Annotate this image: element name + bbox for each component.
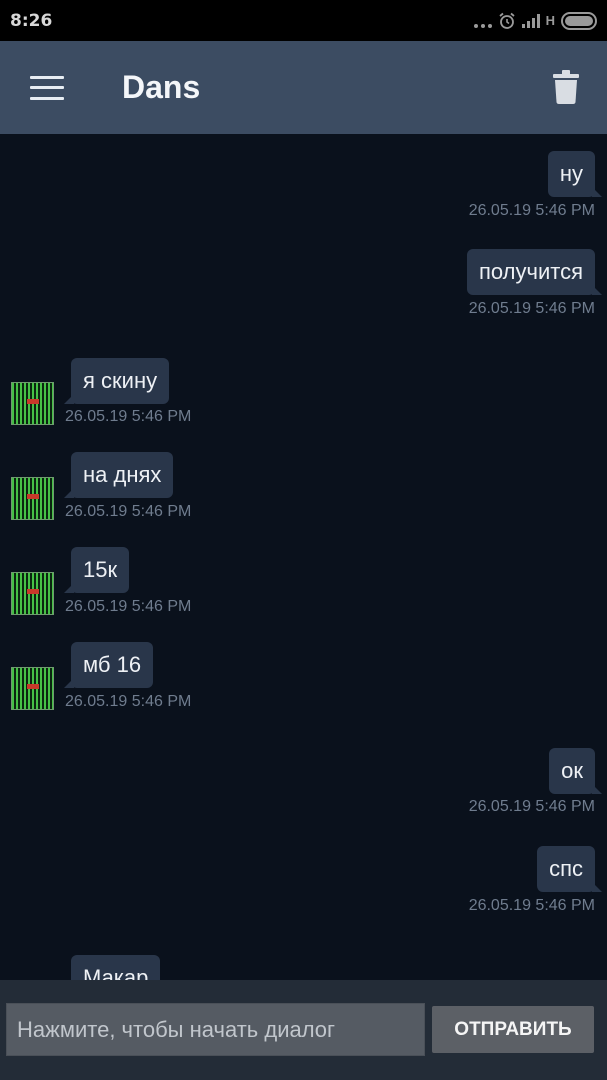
- message-bubble[interactable]: 15к: [63, 547, 130, 593]
- message-bubble[interactable]: мб 16: [63, 642, 154, 688]
- message-timestamp: 26.05.19 5:46 PM: [468, 897, 595, 914]
- battery-icon: [561, 11, 597, 30]
- status-time: 8:26: [10, 10, 53, 31]
- status-bar: 8:26 H: [0, 0, 607, 41]
- message-bubble[interactable]: Макар: [71, 955, 161, 980]
- contact-avatar[interactable]: [11, 477, 54, 520]
- menu-icon[interactable]: [30, 75, 64, 100]
- message-bubble[interactable]: спс: [537, 846, 602, 892]
- trash-icon[interactable]: [553, 70, 579, 104]
- signal-icon: [521, 13, 540, 28]
- app-bar: Dans: [0, 41, 607, 134]
- message-timestamp: 26.05.19 5:46 PM: [468, 798, 595, 815]
- message-bubble[interactable]: ок: [549, 748, 602, 794]
- chat-title: Dans: [122, 69, 201, 105]
- message-list[interactable]: ну 26.05.19 5:46 PM получится 26.05.19 5…: [0, 134, 607, 980]
- send-button[interactable]: ОТПРАВИТЬ: [432, 1006, 594, 1053]
- message-timestamp: 26.05.19 5:46 PM: [65, 693, 192, 710]
- message-timestamp: 26.05.19 5:46 PM: [65, 503, 192, 520]
- contact-avatar[interactable]: [11, 572, 54, 615]
- status-icons: H: [473, 11, 597, 30]
- message-input[interactable]: Нажмите, чтобы начать диалог: [6, 1003, 425, 1056]
- message-timestamp: 26.05.19 5:46 PM: [468, 300, 595, 317]
- message-bubble[interactable]: получится: [467, 249, 602, 295]
- contact-avatar[interactable]: [11, 667, 54, 710]
- message-timestamp: 26.05.19 5:46 PM: [65, 408, 192, 425]
- alarm-icon: [499, 12, 515, 29]
- contact-avatar[interactable]: [11, 382, 54, 425]
- message-bubble[interactable]: на днях: [63, 452, 174, 498]
- message-timestamp: 26.05.19 5:46 PM: [468, 202, 595, 219]
- network-type: H: [545, 13, 555, 28]
- message-timestamp: 26.05.19 5:46 PM: [65, 598, 192, 615]
- composer-bar: Нажмите, чтобы начать диалог ОТПРАВИТЬ: [0, 980, 607, 1080]
- message-bubble[interactable]: ну: [547, 151, 603, 197]
- message-bubble[interactable]: я скину: [63, 358, 170, 404]
- more-notifications-icon: [473, 14, 492, 28]
